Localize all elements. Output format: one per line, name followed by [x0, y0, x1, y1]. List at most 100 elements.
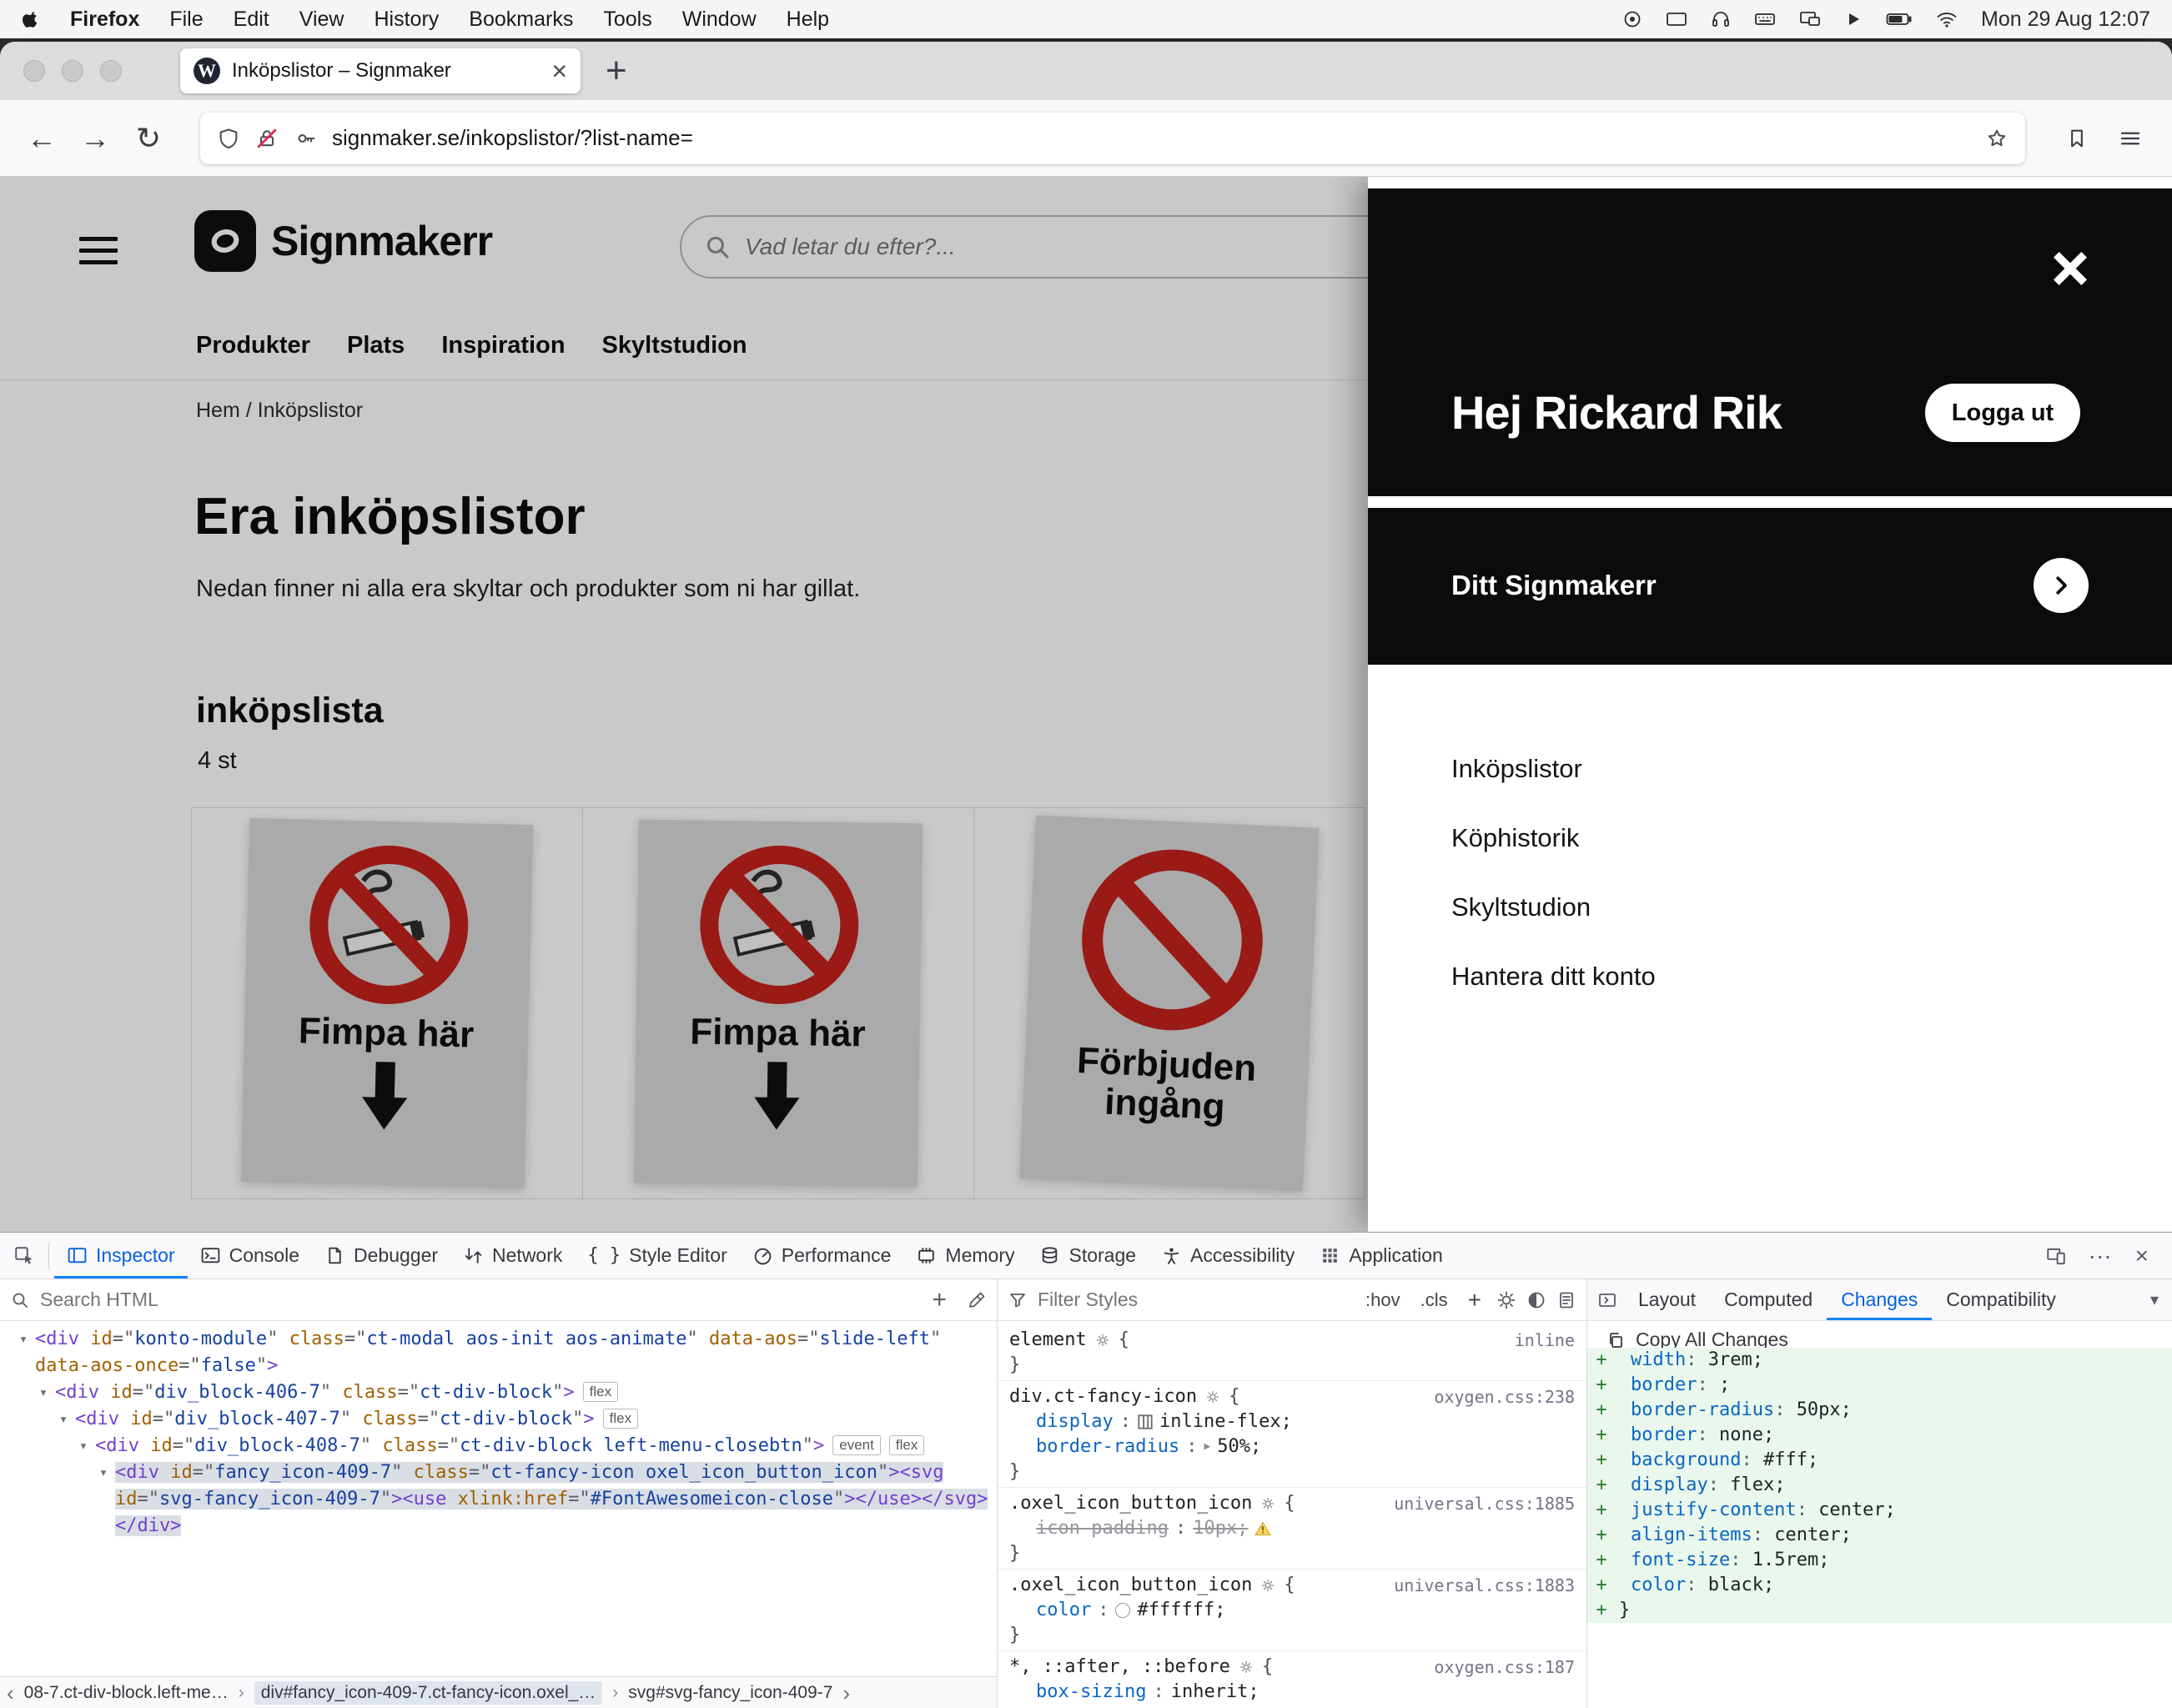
devtools-tab-style-editor[interactable]: { } Style Editor — [575, 1233, 739, 1278]
browser-tab[interactable]: W Inköpslistor – Signmaker × — [180, 48, 581, 93]
tab-close-icon[interactable]: × — [551, 58, 567, 84]
markup-node[interactable]: ▾<div id="div_block-408-7" class="ct-div… — [0, 1433, 997, 1459]
devtools-tab-storage[interactable]: Storage — [1027, 1233, 1149, 1278]
forward-button[interactable]: → — [72, 115, 118, 162]
rule-settings-icon[interactable] — [1260, 1578, 1275, 1593]
apple-menu-icon[interactable] — [22, 9, 40, 30]
devtools-options-icon[interactable]: ··· — [2079, 1244, 2122, 1268]
markup-node[interactable]: ▾<div id="div_block-407-7" class="ct-div… — [0, 1406, 997, 1433]
css-rule[interactable]: *, ::after, ::before{oxygen.css:187box-s… — [998, 1651, 1586, 1708]
menubar-item-edit[interactable]: Edit — [234, 8, 269, 32]
headphones-icon[interactable] — [1711, 9, 1731, 29]
filter-styles-input[interactable] — [1038, 1289, 1350, 1311]
pane-toggle-icon[interactable] — [1591, 1279, 1624, 1320]
menubar-item-view[interactable]: View — [299, 8, 344, 32]
devtools-tab-debugger[interactable]: Debugger — [312, 1233, 450, 1278]
insecure-lock-icon[interactable] — [255, 127, 279, 150]
new-tab-button[interactable]: + — [606, 53, 627, 89]
css-rule[interactable]: element{inline} — [998, 1324, 1586, 1381]
markup-node[interactable]: ▾<div id="div_block-406-7" class="ct-div… — [0, 1379, 997, 1406]
permissions-icon[interactable] — [294, 127, 317, 150]
keyboard-icon[interactable] — [1754, 9, 1776, 29]
minimize-window-button[interactable] — [62, 60, 83, 82]
logout-button[interactable]: Logga ut — [1925, 384, 2080, 442]
url-bar[interactable]: signmaker.se/inkopslistor/?list-name= — [200, 113, 2025, 164]
panel-item-skyltstudion[interactable]: Skyltstudion — [1451, 892, 1656, 922]
devtools-tab-console[interactable]: Console — [188, 1233, 312, 1278]
css-declaration[interactable]: display: inline-flex; — [998, 1409, 1586, 1434]
rule-settings-icon[interactable] — [1239, 1660, 1254, 1675]
pick-element-icon[interactable] — [5, 1233, 43, 1278]
sidebar-tab-compatibility[interactable]: Compatibility — [1932, 1279, 2070, 1320]
panel-item-hantera-konto[interactable]: Hantera ditt konto — [1451, 962, 1656, 992]
color-swatch[interactable] — [1115, 1603, 1130, 1618]
back-button[interactable]: ← — [18, 115, 65, 162]
pocket-icon[interactable] — [2054, 115, 2100, 162]
reload-button[interactable]: ↻ — [125, 115, 172, 162]
menubar-app-name[interactable]: Firefox — [70, 8, 139, 32]
menubar-item-window[interactable]: Window — [682, 8, 757, 32]
print-media-icon[interactable] — [1556, 1290, 1576, 1310]
css-rule[interactable]: .oxel_icon_button_icon{universal.css:188… — [998, 1488, 1586, 1570]
devtools-tab-inspector[interactable]: Inspector — [54, 1233, 188, 1278]
sidebar-tab-layout[interactable]: Layout — [1624, 1279, 1710, 1320]
light-scheme-icon[interactable] — [1496, 1290, 1516, 1310]
search-html-input[interactable] — [40, 1289, 912, 1311]
toggle-classes-button[interactable]: .cls — [1415, 1289, 1453, 1311]
toggle-pseudo-classes-button[interactable]: :hov — [1360, 1289, 1405, 1311]
zoom-window-button[interactable] — [100, 60, 122, 82]
panel-item-inkopslistor[interactable]: Inköpslistor — [1451, 754, 1656, 784]
menubar-item-help[interactable]: Help — [787, 8, 829, 32]
menubar-item-bookmarks[interactable]: Bookmarks — [469, 8, 573, 32]
add-rule-button[interactable]: + — [1463, 1287, 1486, 1314]
dark-scheme-icon[interactable] — [1526, 1290, 1546, 1310]
markup-node[interactable]: ▾<div id="konto-module" class="ct-modal … — [0, 1326, 997, 1379]
bookmark-star-icon[interactable] — [1985, 127, 2009, 150]
sidebar-tab-computed[interactable]: Computed — [1710, 1279, 1827, 1320]
eyedropper-icon[interactable] — [967, 1290, 987, 1310]
screen-mirroring-icon[interactable] — [1799, 9, 1821, 29]
css-declaration[interactable]: border-radius: ▶50%; — [998, 1434, 1586, 1459]
play-status-icon[interactable] — [1844, 10, 1863, 28]
all-tabs-chevron-icon[interactable]: ▾ — [2150, 1289, 2169, 1310]
tracking-protection-shield-icon[interactable] — [217, 127, 240, 150]
markup-node[interactable]: ▾<div id="fancy_icon-409-7" class="ct-fa… — [0, 1459, 997, 1540]
menubar-clock[interactable]: Mon 29 Aug 12:07 — [1981, 8, 2150, 32]
menubar-item-history[interactable]: History — [375, 8, 440, 32]
app-menu-icon[interactable] — [2107, 115, 2154, 162]
css-declaration[interactable]: icon-padding: 10px; — [998, 1516, 1586, 1541]
breadcrumb-scroll-right-icon[interactable]: › — [842, 1682, 850, 1704]
breadcrumb-ancestor[interactable]: 08-7.ct-div-block.left-me… — [24, 1683, 229, 1703]
display-status-icon[interactable] — [1666, 9, 1687, 29]
menubar-item-tools[interactable]: Tools — [603, 8, 651, 32]
record-status-icon[interactable] — [1622, 9, 1642, 29]
responsive-design-icon[interactable] — [2037, 1245, 2075, 1267]
css-rule[interactable]: div.ct-fancy-icon{oxygen.css:238display:… — [998, 1381, 1586, 1488]
css-rule[interactable]: .oxel_icon_button_icon{universal.css:188… — [998, 1570, 1586, 1651]
css-declaration[interactable]: color: #ffffff; — [998, 1598, 1586, 1623]
account-link-box[interactable]: Ditt Signmakerr — [1368, 508, 2172, 665]
flex-highlighter-icon[interactable] — [1138, 1414, 1153, 1429]
rule-settings-icon[interactable] — [1095, 1333, 1110, 1348]
devtools-tab-memory[interactable]: Memory — [903, 1233, 1027, 1278]
devtools-close-icon[interactable]: × — [2125, 1244, 2159, 1268]
breadcrumb-selected[interactable]: div#fancy_icon-409-7.ct-fancy-icon.oxel_… — [254, 1681, 603, 1705]
devtools-tab-performance[interactable]: Performance — [740, 1233, 904, 1278]
panel-item-kophistorik[interactable]: Köphistorik — [1451, 823, 1656, 853]
devtools-tab-accessibility[interactable]: Accessibility — [1149, 1233, 1307, 1278]
menubar-item-file[interactable]: File — [169, 8, 203, 32]
devtools-tab-network[interactable]: Network — [450, 1233, 575, 1278]
breadcrumb-child[interactable]: svg#svg-fancy_icon-409-7 — [628, 1683, 832, 1703]
css-declaration[interactable]: box-sizing: inherit; — [998, 1680, 1586, 1705]
close-panel-icon[interactable] — [2049, 247, 2092, 290]
rule-settings-icon[interactable] — [1205, 1389, 1220, 1404]
wifi-icon[interactable] — [1936, 10, 1958, 28]
close-window-button[interactable] — [23, 60, 45, 82]
devtools-tab-application[interactable]: Application — [1307, 1233, 1456, 1278]
battery-icon[interactable] — [1886, 10, 1913, 28]
add-node-icon[interactable]: + — [922, 1288, 957, 1313]
sidebar-tab-changes[interactable]: Changes — [1827, 1279, 1932, 1320]
chevron-right-icon[interactable] — [2034, 558, 2089, 613]
rule-settings-icon[interactable] — [1260, 1496, 1275, 1511]
breadcrumb-scroll-left-icon[interactable]: ‹ — [7, 1682, 14, 1704]
